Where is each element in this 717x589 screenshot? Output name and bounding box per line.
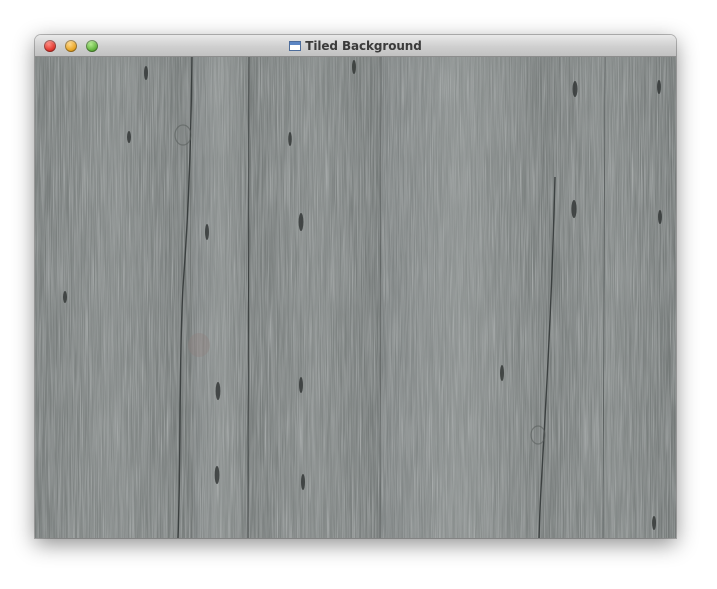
window-title: Tiled Background xyxy=(305,38,422,53)
title-bar[interactable]: Tiled Background xyxy=(35,35,676,57)
zoom-button[interactable] xyxy=(86,40,98,52)
minimize-button[interactable] xyxy=(65,40,77,52)
window-icon xyxy=(289,40,302,51)
wood-texture xyxy=(35,57,676,538)
close-button[interactable] xyxy=(44,40,56,52)
app-window: Tiled Background xyxy=(35,35,676,538)
tiled-background xyxy=(35,57,676,538)
